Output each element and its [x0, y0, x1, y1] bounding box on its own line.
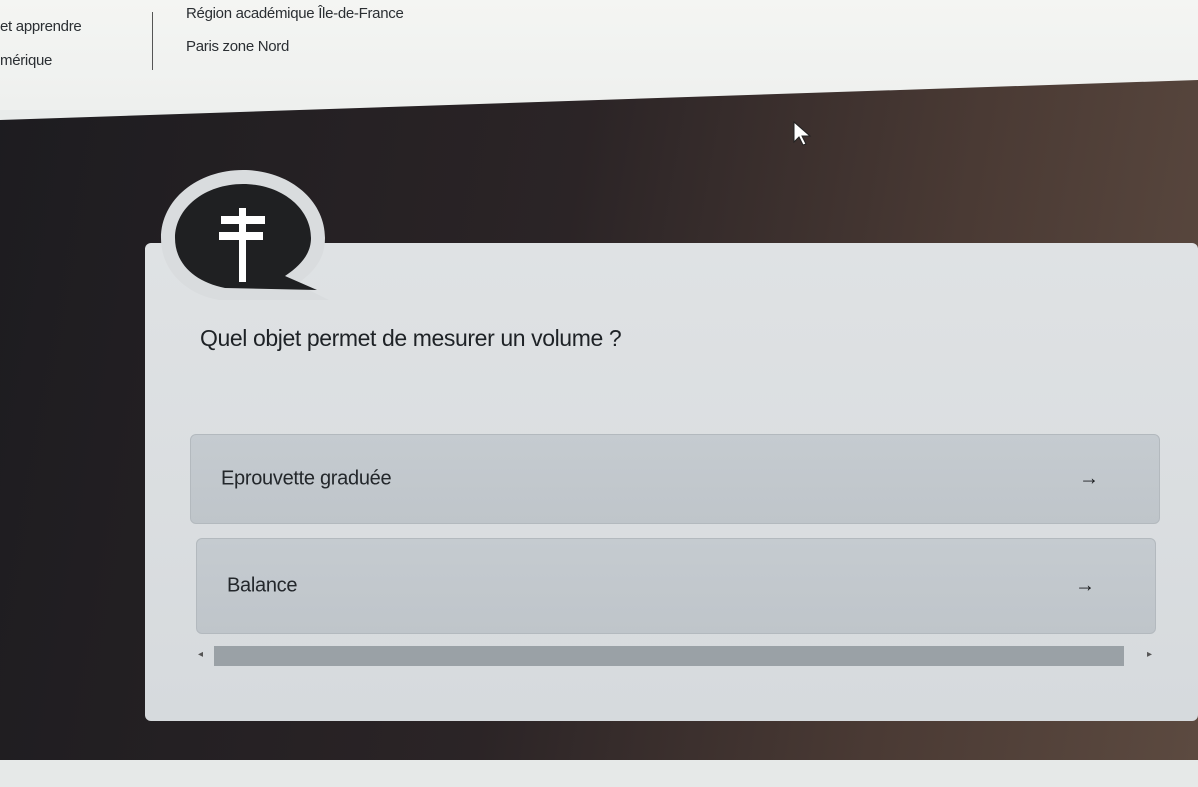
answer-option-1-label: Eprouvette graduée [221, 467, 392, 490]
arrow-right-icon: → [1079, 467, 1099, 490]
signpost-icon [161, 170, 329, 300]
mouse-cursor-icon [793, 120, 812, 146]
answer-option-2[interactable]: Balance → [196, 538, 1156, 634]
horizontal-scrollbar[interactable]: ◂ ▸ [196, 646, 1154, 668]
scroll-left-icon[interactable]: ◂ [198, 649, 203, 660]
arrow-right-icon: → [1075, 574, 1095, 597]
answer-option-1[interactable]: Eprouvette graduée → [190, 434, 1160, 524]
page-footer-strip [0, 760, 1198, 787]
header-left-text-1: et apprendre [0, 18, 82, 35]
answer-option-2-label: Balance [227, 574, 298, 597]
header-left-text-2: mérique [0, 52, 53, 69]
question-text: Quel objet permet de mesurer un volume ? [200, 325, 622, 351]
scrollbar-track[interactable] [214, 646, 1124, 666]
scroll-right-icon[interactable]: ▸ [1147, 649, 1152, 660]
header-divider [152, 12, 153, 70]
header-region: Région académique Île-de-France [186, 5, 404, 22]
header-place: Paris zone Nord [186, 38, 290, 55]
